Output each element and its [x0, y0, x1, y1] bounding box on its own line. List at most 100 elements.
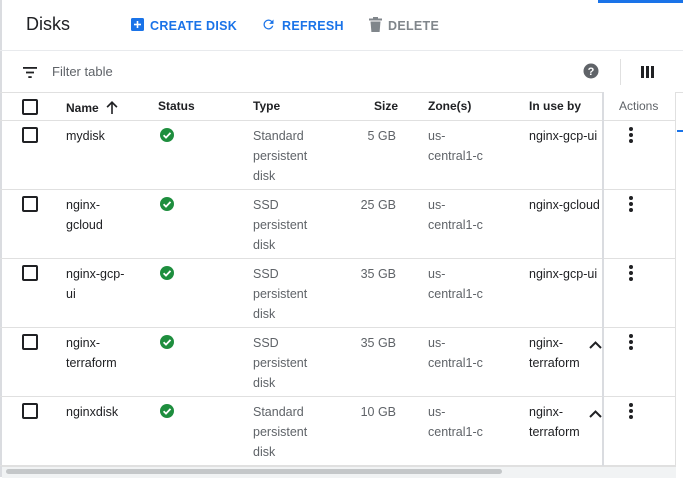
- disk-type-line: persistent: [253, 287, 308, 301]
- check-circle-icon: [160, 266, 174, 285]
- select-all-checkbox[interactable]: [22, 99, 38, 115]
- disk-name-line: mydisk: [66, 129, 105, 143]
- disk-name-line: terraform: [66, 356, 117, 370]
- disk-in-use-by-line: terraform: [529, 356, 580, 370]
- disk-size: 10 GB: [360, 405, 396, 419]
- row-checkbox[interactable]: [22, 334, 38, 350]
- disk-in-use-by[interactable]: nginx-gcloud: [529, 195, 609, 215]
- table-row[interactable]: nginx-terraform SSD persistent disk 35 GB us-…: [0, 328, 676, 397]
- help-icon[interactable]: ?: [583, 63, 599, 84]
- disk-zone-line: central1-c: [428, 425, 483, 439]
- disk-type: SSD persistent disk: [253, 195, 333, 255]
- disk-zone: us-central1-c: [428, 126, 508, 166]
- disk-type-line: persistent: [253, 356, 308, 370]
- check-circle-icon: [160, 335, 174, 354]
- disk-in-use-by[interactable]: nginx-gcp-ui: [529, 264, 609, 284]
- delete-button[interactable]: DELETE: [369, 15, 439, 37]
- disk-zone-line: central1-c: [428, 218, 483, 232]
- row-checkbox[interactable]: [22, 265, 38, 281]
- disk-size: 25 GB: [360, 198, 396, 212]
- more-vert-icon[interactable]: [627, 403, 635, 421]
- table-row[interactable]: nginx-gcp-ui SSD persistent disk 35 GB us-cen…: [0, 259, 676, 328]
- column-header-status[interactable]: Status: [158, 99, 195, 113]
- toolbar-divider: [620, 59, 621, 85]
- disk-size: 35 GB: [360, 336, 396, 350]
- table-header: Name Status Type Size Zone(s) In use by …: [0, 92, 676, 121]
- column-header-in-use-by[interactable]: In use by: [529, 99, 581, 113]
- column-header-name[interactable]: Name: [66, 99, 118, 115]
- disk-type-line: disk: [253, 307, 276, 321]
- disk-zone: us-central1-c: [428, 402, 508, 442]
- column-display-icon[interactable]: [641, 65, 654, 83]
- disk-zone: us-central1-c: [428, 264, 508, 304]
- page-header: Disks CREATE DISK REFRESH DELETE: [0, 0, 683, 50]
- table-row[interactable]: nginxdisk Standard persistent disk 10 GB us-c…: [0, 397, 676, 466]
- more-vert-icon[interactable]: [627, 265, 635, 283]
- disk-zone-line: central1-c: [428, 356, 483, 370]
- disk-size: 5 GB: [367, 129, 397, 143]
- page-title: Disks: [26, 14, 70, 34]
- trash-icon: [369, 17, 382, 35]
- horizontal-scrollbar[interactable]: [2, 466, 676, 478]
- disk-in-use-by[interactable]: nginx-gcp-ui: [529, 126, 609, 146]
- disk-type: SSD persistent disk: [253, 264, 333, 324]
- disk-type: SSD persistent disk: [253, 333, 333, 393]
- disk-in-use-by-line: nginx-gcloud: [529, 198, 600, 212]
- filter-bar: ?: [0, 50, 683, 93]
- check-circle-icon: [160, 128, 174, 147]
- disk-name-line: ui: [66, 287, 76, 301]
- disk-name-line: gcloud: [66, 218, 103, 232]
- disk-type-line: persistent: [253, 218, 308, 232]
- column-header-actions: Actions: [619, 99, 659, 113]
- check-circle-icon: [160, 197, 174, 216]
- disk-name[interactable]: nginxdisk: [66, 402, 144, 422]
- disk-in-use-by-line: nginx-gcp-ui: [529, 267, 598, 281]
- create-disk-button[interactable]: CREATE DISK: [131, 15, 237, 37]
- table-row[interactable]: mydisk Standard persistent disk 5 GB us-centr…: [0, 121, 676, 190]
- disk-name[interactable]: nginx-gcp-ui: [66, 264, 144, 304]
- create-disk-label: CREATE DISK: [150, 19, 238, 33]
- disk-zone-line: central1-c: [428, 287, 483, 301]
- disk-type-line: disk: [253, 169, 276, 183]
- chevron-up-icon[interactable]: [589, 336, 602, 354]
- scroll-indicator: [677, 130, 683, 132]
- more-vert-icon[interactable]: [627, 127, 635, 145]
- table-row[interactable]: nginx-gcloud SSD persistent disk 25 GB us-cen…: [0, 190, 676, 259]
- row-checkbox[interactable]: [22, 196, 38, 212]
- refresh-label: REFRESH: [282, 19, 344, 33]
- refresh-button[interactable]: REFRESH: [261, 15, 344, 37]
- svg-text:?: ?: [588, 66, 595, 78]
- more-vert-icon[interactable]: [627, 334, 635, 352]
- filter-table-input[interactable]: [52, 62, 352, 80]
- column-header-zones[interactable]: Zone(s): [428, 99, 471, 113]
- disk-type-line: Standard: [253, 129, 304, 143]
- disk-name-line: nginxdisk: [66, 405, 119, 419]
- scrollbar-thumb[interactable]: [6, 469, 502, 474]
- column-header-size[interactable]: Size: [374, 99, 398, 113]
- disk-type-line: disk: [253, 376, 276, 390]
- disk-type-line: Standard: [253, 405, 304, 419]
- more-vert-icon[interactable]: [627, 196, 635, 214]
- disk-type-line: SSD: [253, 198, 279, 212]
- disk-zone-line: us-: [428, 267, 446, 281]
- chevron-up-icon[interactable]: [589, 405, 602, 423]
- row-checkbox[interactable]: [22, 403, 38, 419]
- disk-in-use-by-line: nginx-gcp-ui: [529, 129, 598, 143]
- disk-name[interactable]: nginx-gcloud: [66, 195, 144, 235]
- disk-size: 35 GB: [360, 267, 396, 281]
- disk-name[interactable]: mydisk: [66, 126, 144, 146]
- disk-zone-line: central1-c: [428, 149, 483, 163]
- disk-type-line: persistent: [253, 425, 308, 439]
- disk-name-line: nginx-gcp-: [66, 267, 125, 281]
- disk-type-line: disk: [253, 445, 276, 459]
- check-circle-icon: [160, 404, 174, 423]
- disk-zone: us-central1-c: [428, 333, 508, 373]
- delete-label: DELETE: [388, 19, 440, 33]
- column-header-type[interactable]: Type: [253, 99, 280, 113]
- filter-icon[interactable]: [23, 65, 37, 83]
- table-right-border: [675, 92, 676, 466]
- add-box-icon: [131, 18, 144, 34]
- disk-name[interactable]: nginx-terraform: [66, 333, 144, 373]
- row-checkbox[interactable]: [22, 127, 38, 143]
- disk-type-line: SSD: [253, 336, 279, 350]
